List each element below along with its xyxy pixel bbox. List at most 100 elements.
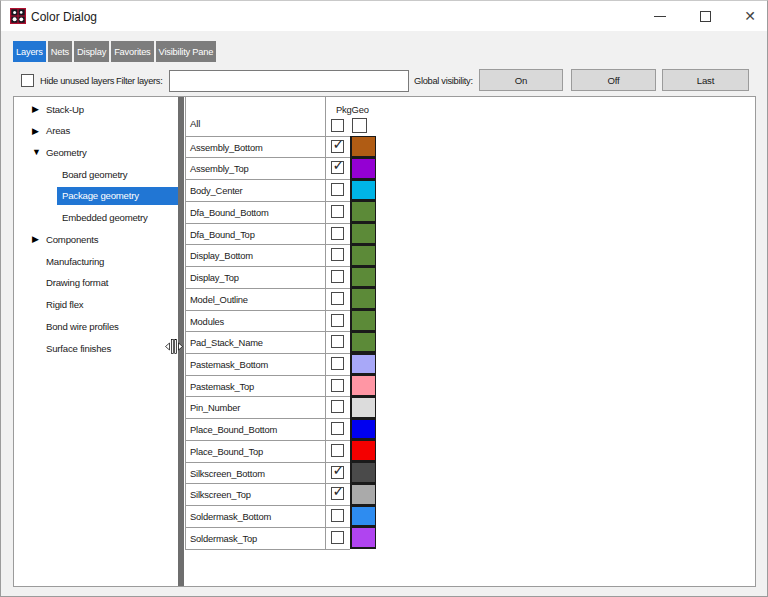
layer-row-label: Place_Bound_Top xyxy=(190,446,263,457)
table-gridline xyxy=(185,310,350,311)
tree-item-rigid-flex[interactable]: Rigid flex xyxy=(14,294,177,315)
visibility-checkbox-display_bottom[interactable] xyxy=(331,248,344,261)
horizontal-resize-cursor xyxy=(165,339,183,354)
color-swatch-assembly_top[interactable] xyxy=(352,159,375,178)
global-visibility-label: Global visibility: xyxy=(414,76,473,86)
table-gridline xyxy=(185,201,350,202)
visibility-checkbox-place_bound_top[interactable] xyxy=(331,444,344,457)
hide-unused-layers-label: Hide unused layers xyxy=(40,76,114,86)
visibility-checkbox-pin_number[interactable] xyxy=(331,400,344,413)
checkmark-icon: ✓ xyxy=(333,462,345,478)
all-visibility-checkbox[interactable] xyxy=(331,119,344,132)
tree-item-label: Stack-Up xyxy=(46,104,84,115)
visibility-checkbox-silkscreen_top[interactable]: ✓ xyxy=(331,487,344,500)
table-gridline xyxy=(185,549,350,550)
visibility-checkbox-pad_stack_name[interactable] xyxy=(331,335,344,348)
tab-display[interactable]: Display xyxy=(74,41,109,62)
color-swatch-silkscreen_bottom[interactable] xyxy=(352,463,375,482)
global-on-button[interactable]: On xyxy=(479,69,563,91)
visibility-checkbox-body_center[interactable] xyxy=(331,183,344,196)
tree-item-components[interactable]: ▶ Components xyxy=(14,229,177,250)
layer-row-label: Silkscreen_Top xyxy=(190,489,251,500)
layer-row-label: Assembly_Bottom xyxy=(190,142,263,153)
layer-row-label: Assembly_Top xyxy=(190,163,249,174)
tree-item-bond-wire-profiles[interactable]: Bond wire profiles xyxy=(14,316,177,337)
tree-item-label: Surface finishes xyxy=(46,343,111,354)
visibility-checkbox-soldermask_top[interactable] xyxy=(331,531,344,544)
visibility-checkbox-assembly_top[interactable]: ✓ xyxy=(331,161,344,174)
tree-item-surface-finishes[interactable]: Surface finishes xyxy=(14,338,177,359)
visibility-checkbox-assembly_bottom[interactable]: ✓ xyxy=(331,140,344,153)
layer-row-label: Modules xyxy=(190,316,224,327)
color-swatch-pin_number[interactable] xyxy=(352,398,375,417)
table-gridline xyxy=(185,440,350,441)
color-swatch-assembly_bottom[interactable] xyxy=(352,137,375,156)
chevron-collapsed-icon[interactable]: ▶ xyxy=(32,234,39,244)
color-swatch-dfa_bound_top[interactable] xyxy=(352,224,375,243)
tree-item-package-geometry[interactable]: Package geometry xyxy=(14,185,177,206)
all-color-checkbox[interactable] xyxy=(352,118,367,133)
color-swatch-pastemask_top[interactable] xyxy=(352,376,375,395)
visibility-checkbox-display_top[interactable] xyxy=(331,270,344,283)
color-swatch-pastemask_bottom[interactable] xyxy=(352,355,375,374)
checkmark-icon: ✓ xyxy=(333,157,345,173)
minimize-button[interactable] xyxy=(638,1,682,31)
visibility-checkbox-place_bound_bottom[interactable] xyxy=(331,422,344,435)
color-swatch-silkscreen_top[interactable] xyxy=(352,485,375,504)
visibility-checkbox-silkscreen_bottom[interactable]: ✓ xyxy=(331,466,344,479)
tree-item-stack-up[interactable]: ▶ Stack-Up xyxy=(14,99,177,120)
color-swatch-place_bound_bottom[interactable] xyxy=(352,420,375,439)
tab-nets[interactable]: Nets xyxy=(48,41,72,62)
color-swatch-soldermask_top[interactable] xyxy=(352,528,375,547)
visibility-checkbox-modules[interactable] xyxy=(331,314,344,327)
color-swatch-display_bottom[interactable] xyxy=(352,246,375,265)
layer-row-label: Pin_Number xyxy=(190,402,240,413)
table-gridline xyxy=(185,527,350,528)
visibility-checkbox-dfa_bound_top[interactable] xyxy=(331,227,344,240)
table-gridline xyxy=(185,505,350,506)
filter-layers-input[interactable] xyxy=(169,70,409,92)
color-swatch-body_center[interactable] xyxy=(352,181,375,200)
chevron-expanded-icon[interactable]: ▼ xyxy=(32,147,41,157)
visibility-checkbox-pastemask_top[interactable] xyxy=(331,379,344,392)
visibility-checkbox-model_outline[interactable] xyxy=(331,292,344,305)
layer-row-label: Dfa_Bound_Bottom xyxy=(190,207,269,218)
layer-row-label: Model_Outline xyxy=(190,294,248,305)
tree-item-areas[interactable]: ▶Areas xyxy=(14,120,177,141)
layer-row-label: Pastemask_Top xyxy=(190,381,254,392)
color-swatch-modules[interactable] xyxy=(352,311,375,330)
tree-item-drawing-format[interactable]: Drawing format xyxy=(14,272,177,293)
chevron-collapsed-icon[interactable]: ▶ xyxy=(32,126,39,136)
maximize-button[interactable] xyxy=(683,1,727,31)
table-gridline xyxy=(185,483,350,484)
visibility-checkbox-soldermask_bottom[interactable] xyxy=(331,509,344,522)
visibility-checkbox-dfa_bound_bottom[interactable] xyxy=(331,205,344,218)
filter-layers-label: Filter layers: xyxy=(116,76,162,86)
tree-item-label: Components xyxy=(46,234,98,245)
chevron-collapsed-icon[interactable]: ▶ xyxy=(32,104,39,114)
color-swatch-place_bound_top[interactable] xyxy=(352,441,375,460)
tree-item-manufacturing[interactable]: Manufacturing xyxy=(14,251,177,272)
tree-item-label: Manufacturing xyxy=(46,256,104,267)
tab-favorites[interactable]: Favorites xyxy=(111,41,153,62)
color-swatch-display_top[interactable] xyxy=(352,268,375,287)
layer-row-label: Dfa_Bound_Top xyxy=(190,229,255,240)
tree-item-board-geometry[interactable]: Board geometry xyxy=(14,164,177,185)
visibility-checkbox-pastemask_bottom[interactable] xyxy=(331,357,344,370)
table-gridline xyxy=(185,223,350,224)
global-off-button[interactable]: Off xyxy=(571,69,656,91)
hide-unused-layers-checkbox[interactable] xyxy=(21,74,34,87)
tree-item-embedded-geometry[interactable]: Embedded geometry xyxy=(14,207,177,228)
color-swatch-soldermask_bottom[interactable] xyxy=(352,507,375,526)
color-swatch-model_outline[interactable] xyxy=(352,289,375,308)
tab-visibility-pane[interactable]: Visibility Pane xyxy=(156,41,217,62)
tree-item-label: Embedded geometry xyxy=(62,212,148,223)
tree-item-geometry[interactable]: ▼Geometry xyxy=(14,142,177,163)
table-gridline xyxy=(185,462,350,463)
maximize-icon xyxy=(700,11,711,22)
tab-layers[interactable]: Layers xyxy=(13,41,46,62)
color-swatch-pad_stack_name[interactable] xyxy=(352,333,375,352)
global-last-button[interactable]: Last xyxy=(662,69,749,91)
close-button[interactable]: ✕ xyxy=(728,1,768,31)
color-swatch-dfa_bound_bottom[interactable] xyxy=(352,202,375,221)
